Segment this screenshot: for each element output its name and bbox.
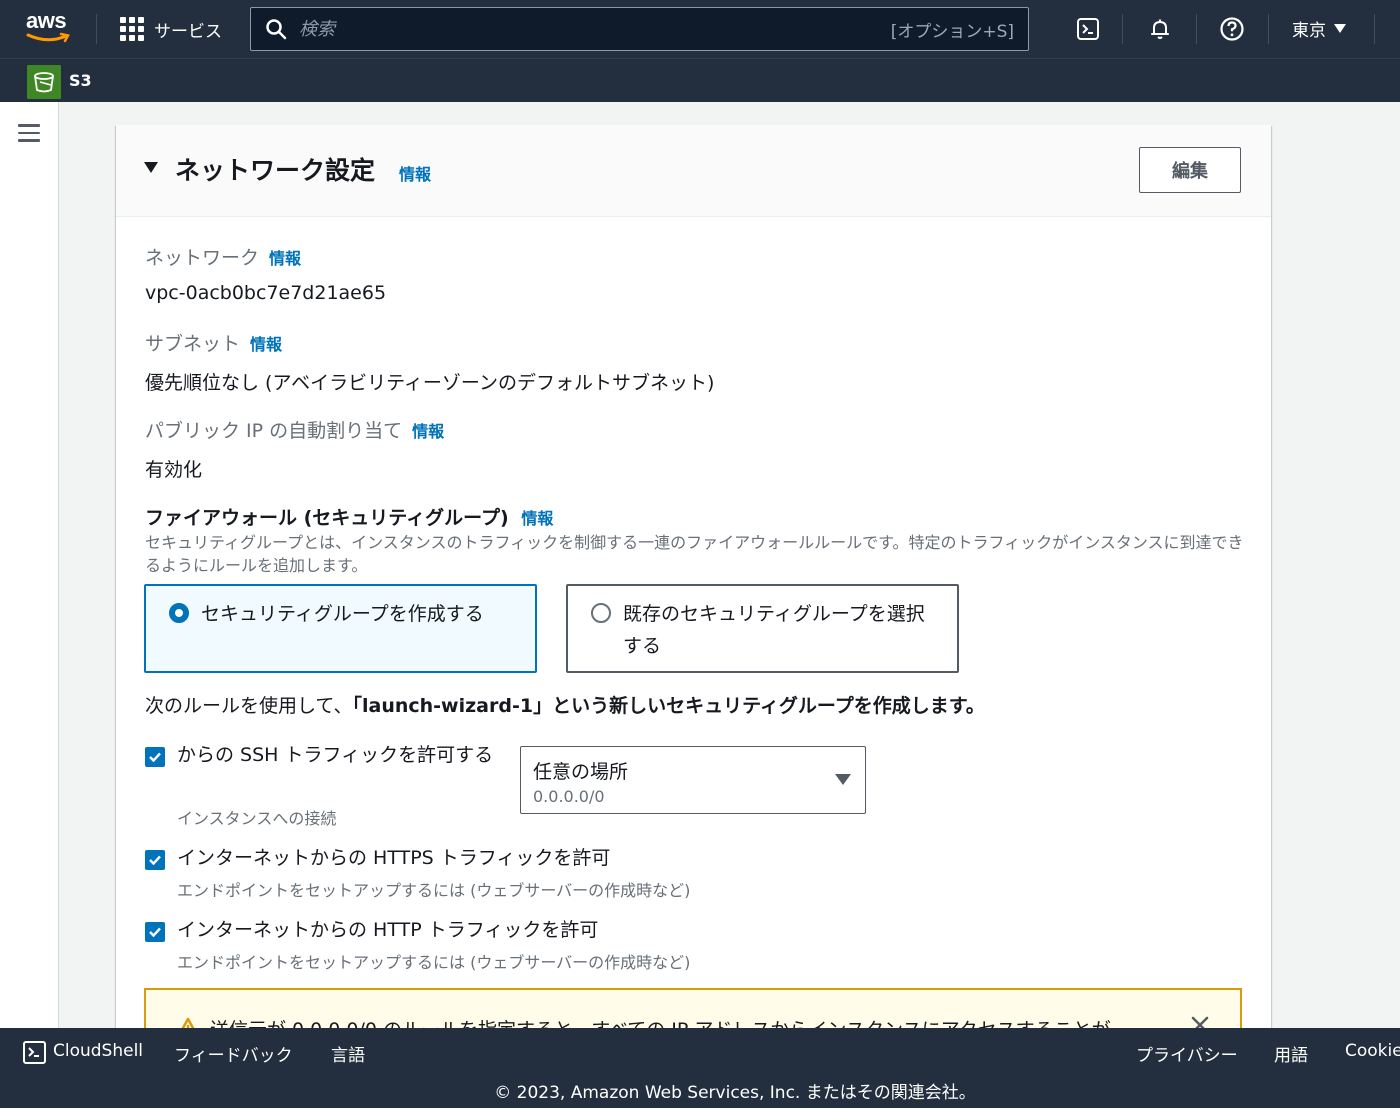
services-menu-button[interactable]: サービス [120, 16, 222, 42]
ssh-rule-description: インスタンスへの接続 [177, 809, 337, 828]
firewall-info-link[interactable]: 情報 [521, 509, 553, 528]
notifications-button[interactable] [1145, 14, 1175, 44]
cloudshell-nav-button[interactable] [1073, 14, 1103, 44]
services-label: サービス [154, 21, 222, 42]
http-checkbox[interactable] [145, 922, 165, 942]
search-icon [266, 19, 287, 40]
console-footer: CloudShell フィードバック 言語 プライバシー 用語 Cookie ©… [0, 1028, 1400, 1108]
public-ip-info-link[interactable]: 情報 [412, 422, 444, 441]
create-security-group-label: セキュリティグループを作成する [201, 603, 484, 625]
rules-intro-prefix: 次のルールを使用して、 [145, 695, 353, 717]
panel-title-info-link[interactable]: 情報 [399, 161, 431, 185]
public-ip-label: パブリック IP の自動割り当て 情報 [145, 416, 444, 443]
rules-intro: 次のルールを使用して、「launch-wizard-1」という新しいセキュリティ… [145, 691, 985, 718]
search-shortcut-hint: [オプション+S] [890, 21, 1014, 42]
warning-icon [181, 1017, 195, 1028]
cloudshell-prompt-icon [28, 1047, 39, 1057]
panel-header: ネットワーク設定 情報 編集 [116, 125, 1271, 217]
caret-down-icon [835, 774, 851, 785]
network-label: ネットワーク 情報 [145, 243, 301, 270]
subnet-label-text: サブネット [145, 333, 241, 355]
ssh-source-select[interactable]: 任意の場所 0.0.0.0/0 [520, 746, 866, 814]
grid-icon [120, 17, 144, 41]
close-icon[interactable] [1190, 1015, 1210, 1028]
checkmark-icon [149, 927, 161, 938]
menu-icon[interactable] [18, 124, 40, 142]
caret-down-icon [1334, 24, 1346, 33]
cloudshell-icon [1077, 18, 1099, 40]
help-button[interactable] [1217, 14, 1247, 44]
cookie-link[interactable]: Cookie [1345, 1041, 1400, 1061]
warning-text: 送信元が 0.0.0.0/0 のルールを指定すると、すべての IP アドレスから… [210, 1015, 1111, 1028]
public-ip-value: 有効化 [145, 459, 203, 481]
network-value: vpc-0acb0bc7e7d21ae65 [145, 282, 387, 304]
service-bar: S3 [0, 58, 1400, 102]
cloudshell-icon[interactable] [23, 1041, 46, 1064]
nav-divider [1268, 14, 1269, 44]
select-existing-security-group-label: 既存のセキュリティグループを選択する [623, 603, 925, 657]
region-label: 東京 [1292, 21, 1326, 41]
language-link[interactable]: 言語 [331, 1041, 365, 1066]
subnet-value: 優先順位なし (アベイラビリティーゾーンのデフォルトサブネット) [145, 372, 715, 394]
ssh-rule-label[interactable]: からの SSH トラフィックを許可する [177, 740, 495, 771]
region-selector[interactable]: 東京 [1292, 16, 1346, 41]
nav-divider [1196, 14, 1197, 44]
firewall-description: セキュリティグループとは、インスタンスのトラフィックを制御する一連のファイアウォ… [145, 533, 1244, 575]
nav-divider [1122, 14, 1123, 44]
checkmark-icon [149, 855, 161, 866]
rules-intro-bold: 「launch-wizard-1」という新しいセキュリティグループを作成します。 [352, 695, 985, 717]
nav-divider [1374, 14, 1375, 44]
ssh-source-cidr: 0.0.0.0/0 [533, 787, 605, 806]
ssh-source-value: 任意の場所 [533, 761, 629, 783]
collapse-caret-icon[interactable] [144, 162, 158, 173]
https-rule-description: エンドポイントをセットアップするには (ウェブサーバーの作成時など) [177, 881, 691, 900]
https-checkbox[interactable] [145, 850, 165, 870]
https-rule-label[interactable]: インターネットからの HTTPS トラフィックを許可 [177, 843, 610, 874]
network-info-link[interactable]: 情報 [269, 249, 301, 268]
select-existing-security-group-radio[interactable] [591, 603, 611, 623]
checkmark-icon [149, 752, 161, 763]
edit-button[interactable]: 編集 [1139, 147, 1241, 193]
aws-logo[interactable]: aws [26, 10, 74, 48]
nav-divider [96, 14, 97, 44]
subnet-info-link[interactable]: 情報 [250, 335, 282, 354]
network-settings-panel: ネットワーク設定 情報 編集 ネットワーク 情報 vpc-0acb0bc7e7d2… [116, 125, 1271, 1028]
s3-service-icon[interactable] [27, 65, 61, 99]
search-bar[interactable]: [オプション+S] [250, 7, 1029, 51]
http-rule-label[interactable]: インターネットからの HTTP トラフィックを許可 [177, 915, 598, 946]
service-name[interactable]: S3 [69, 71, 92, 90]
top-navigation: aws サービス [オプション+S] [0, 0, 1400, 58]
create-security-group-radio[interactable] [169, 603, 189, 623]
privacy-link[interactable]: プライバシー [1136, 1041, 1238, 1066]
subnet-label: サブネット 情報 [145, 329, 282, 356]
bucket-icon [34, 72, 54, 93]
ssh-checkbox[interactable] [145, 747, 165, 767]
side-navigation-rail [0, 102, 59, 1028]
select-existing-security-group-tile[interactable]: 既存のセキュリティグループを選択する [566, 584, 959, 673]
http-rule-description: エンドポイントをセットアップするには (ウェブサーバーの作成時など) [177, 953, 691, 972]
create-security-group-tile[interactable]: セキュリティグループを作成する [144, 584, 537, 673]
cloudshell-link[interactable]: CloudShell [53, 1041, 143, 1061]
aws-logo-text: aws [26, 8, 67, 33]
bell-icon [1151, 19, 1169, 39]
panel-title: ネットワーク設定 [175, 156, 376, 185]
copyright-text: © 2023, Amazon Web Services, Inc. またはその関… [494, 1083, 976, 1103]
help-icon [1220, 17, 1244, 41]
public-ip-label-text: パブリック IP の自動割り当て [145, 420, 403, 442]
firewall-title: ファイアウォール (セキュリティグループ) 情報 [145, 503, 553, 530]
network-label-text: ネットワーク [145, 247, 260, 269]
feedback-link[interactable]: フィードバック [174, 1041, 293, 1066]
open-access-warning: 送信元が 0.0.0.0/0 のルールを指定すると、すべての IP アドレスから… [144, 988, 1242, 1028]
firewall-title-text: ファイアウォール (セキュリティグループ) [145, 507, 509, 529]
aws-smile-icon [26, 32, 70, 43]
terms-link[interactable]: 用語 [1274, 1041, 1308, 1066]
search-input[interactable] [299, 18, 859, 40]
